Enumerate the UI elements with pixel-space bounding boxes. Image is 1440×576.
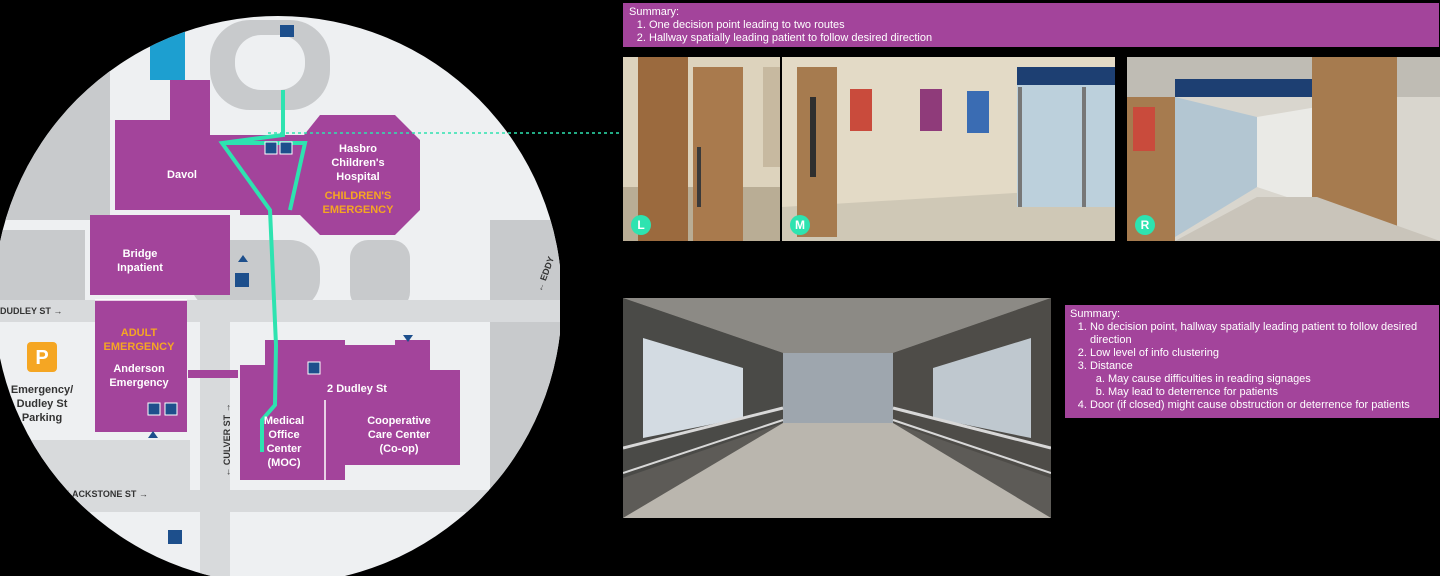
summary-top-title: Summary:: [629, 6, 680, 18]
photo-skybridge-corridor: [623, 298, 1051, 518]
summary-bottom-item: No decision point, hallway spatially lea…: [1090, 321, 1434, 347]
summary-bottom-subitem: May cause difficulties in reading signag…: [1108, 373, 1434, 386]
summary-bottom-title: Summary:: [1070, 308, 1121, 320]
photo-skybridge-image: [623, 298, 1051, 518]
photo-left-hallway: L: [623, 57, 780, 241]
summary-bottom-sublist: May cause difficulties in reading signag…: [1090, 373, 1434, 399]
photo-left-badge: L: [631, 215, 651, 235]
summary-bottom-list: No decision point, hallway spatially lea…: [1070, 321, 1434, 412]
photo-right-hallway: R: [1127, 57, 1440, 241]
photo-right-badge: R: [1135, 215, 1155, 235]
photo-middle-badge: M: [790, 215, 810, 235]
summary-bottom-subitem: May lead to deterrence for patients: [1108, 386, 1434, 399]
photo-right-image: [1127, 57, 1440, 241]
photo-middle-image: [782, 57, 1115, 241]
summary-top-list: One decision point leading to two routes…: [629, 19, 1433, 45]
summary-bottom-item-text: Distance: [1090, 360, 1133, 372]
photo-middle-hallway: M: [782, 57, 1115, 241]
summary-top: Summary: One decision point leading to t…: [623, 3, 1439, 47]
photo-left-image: [623, 57, 780, 241]
summary-bottom-item: Distance May cause difficulties in readi…: [1090, 360, 1434, 399]
summary-bottom: Summary: No decision point, hallway spat…: [1065, 305, 1439, 418]
summary-top-item: Hallway spatially leading patient to fol…: [649, 32, 1433, 45]
summary-bottom-item: Door (if closed) might cause obstruction…: [1090, 399, 1434, 412]
summary-top-item: One decision point leading to two routes: [649, 19, 1433, 32]
summary-bottom-item: Low level of info clustering: [1090, 347, 1434, 360]
